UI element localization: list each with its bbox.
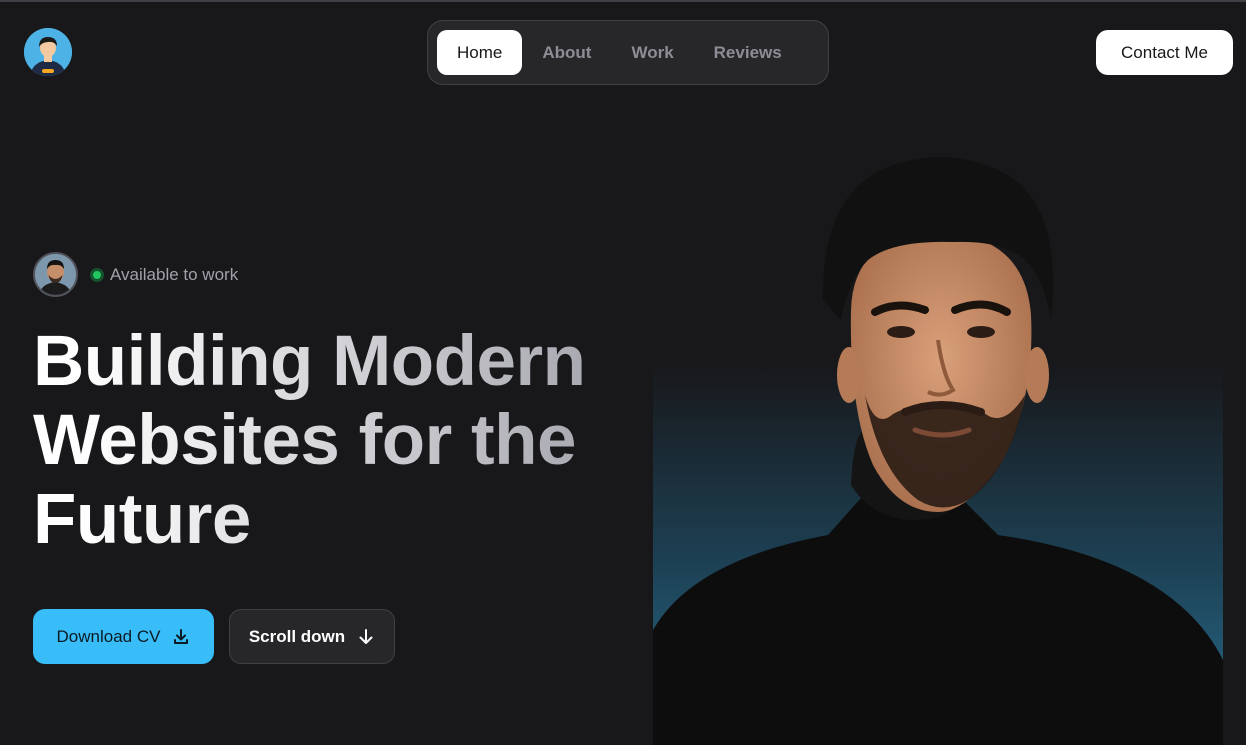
hero-portrait-illustration: [653, 157, 1223, 745]
availability-status: Available to work: [33, 252, 238, 297]
profile-avatar-illustration: [35, 254, 76, 295]
download-cv-label: Download CV: [56, 626, 161, 646]
nav-home[interactable]: Home: [437, 30, 523, 75]
nav-about[interactable]: About: [522, 30, 611, 75]
nav-reviews[interactable]: Reviews: [694, 30, 802, 75]
status-text: Available to work: [110, 264, 239, 284]
nav-work[interactable]: Work: [611, 30, 693, 75]
logo-avatar-illustration: [24, 28, 72, 76]
logo-avatar[interactable]: [24, 28, 72, 76]
hero-title-line-2: Websites for the: [33, 401, 577, 480]
contact-me-button[interactable]: Contact Me: [1096, 30, 1233, 75]
main-nav: Home About Work Reviews: [427, 20, 829, 85]
hero-title-line-1: Building Modern: [33, 322, 586, 401]
hero-title-line-3: Future: [33, 480, 251, 559]
profile-avatar: [33, 252, 78, 297]
hero-title: Building Modern Websites for the Future: [33, 322, 633, 559]
download-icon: [174, 628, 189, 644]
status-dot-icon: [90, 267, 104, 282]
scroll-down-label: Scroll down: [248, 626, 346, 646]
scroll-down-button[interactable]: Scroll down: [229, 609, 395, 664]
hero-portrait: [653, 140, 1223, 745]
top-border: [0, 0, 1246, 2]
arrow-down-icon: [359, 628, 373, 644]
download-cv-button[interactable]: Download CV: [33, 609, 214, 664]
